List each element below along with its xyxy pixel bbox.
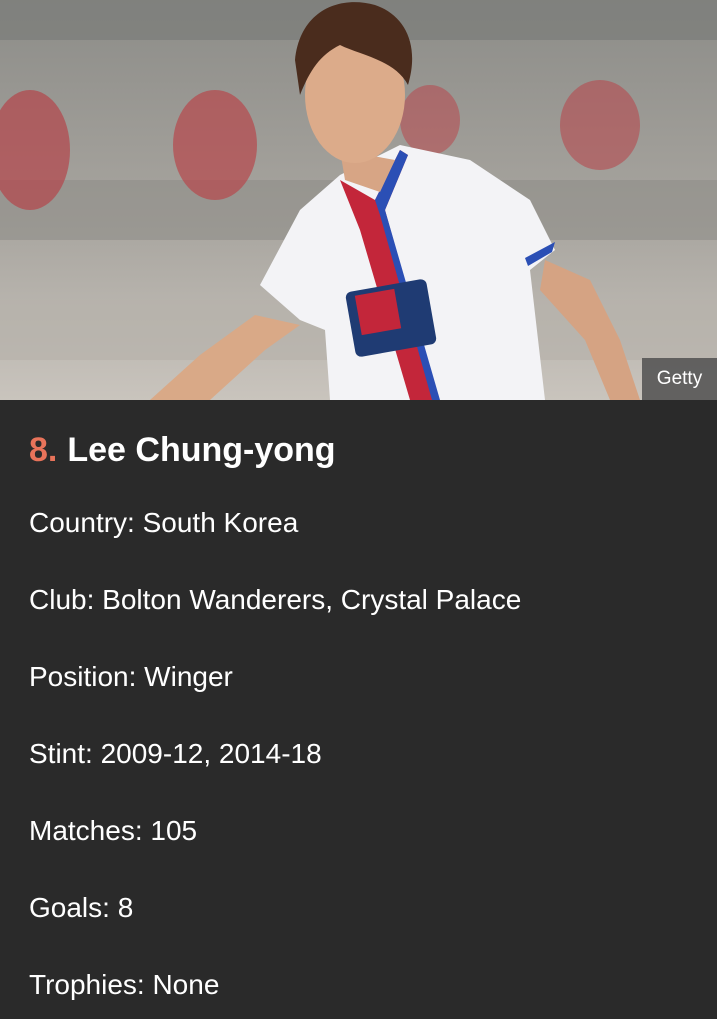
- fact-club: Club: Bolton Wanderers, Crystal Palace: [29, 584, 522, 615]
- fact-country: Country: South Korea: [29, 507, 299, 538]
- fact-position: Position: Winger: [29, 661, 233, 692]
- fact-goals: Goals: 8: [29, 892, 134, 923]
- rank-number: 8.: [29, 431, 58, 469]
- player-photo: Getty: [0, 0, 717, 400]
- footballer-photo-icon: [0, 0, 717, 400]
- player-heading: 8. Lee Chung-yong: [29, 428, 336, 472]
- player-name: Lee Chung-yong: [67, 431, 336, 469]
- fact-matches: Matches: 105: [29, 815, 198, 846]
- image-credit: Getty: [642, 358, 717, 400]
- fact-trophies: Trophies: None: [29, 969, 220, 1000]
- fact-stint: Stint: 2009-12, 2014-18: [29, 738, 322, 769]
